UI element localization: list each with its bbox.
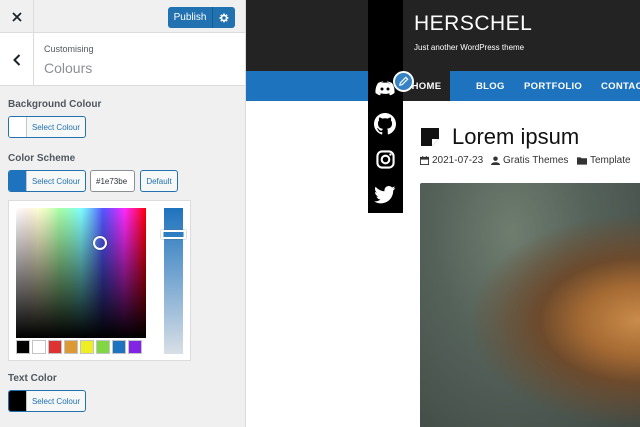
color-scheme-label: Color Scheme — [8, 153, 76, 164]
background-colour-button[interactable]: Select Colour — [8, 116, 86, 138]
post-date-text: 2021-07-23 — [432, 155, 484, 166]
pencil-icon — [399, 76, 409, 86]
site-tagline: Just another WordPress theme — [414, 43, 525, 52]
palette-swatch-1[interactable] — [32, 340, 46, 354]
background-colour-swatch — [9, 117, 27, 137]
customizer-window: Publish Customising Colours Background C… — [0, 0, 640, 427]
close-button[interactable] — [0, 0, 34, 33]
slider-handle[interactable] — [161, 230, 186, 239]
instagram-icon — [375, 149, 395, 169]
nav-item-contact[interactable]: CONTAC — [601, 71, 640, 101]
text-select-label: Select Colour — [31, 396, 80, 406]
twitter-icon — [374, 186, 396, 204]
publish-settings-button[interactable] — [213, 13, 235, 23]
scheme-select-label: Select Colour — [31, 176, 80, 186]
palette-swatch-6[interactable] — [112, 340, 126, 354]
background-select-label: Select Colour — [31, 122, 80, 132]
default-button[interactable]: Default — [140, 170, 178, 192]
palette-swatch-7[interactable] — [128, 340, 142, 354]
chevron-left-icon — [12, 53, 20, 66]
post-category-text: Template — [590, 155, 631, 166]
picker-handle[interactable] — [93, 236, 107, 250]
gear-icon — [219, 13, 229, 22]
breadcrumb: Customising — [44, 44, 94, 54]
section-header: Customising Colours — [0, 33, 245, 86]
palette-swatch-0[interactable] — [16, 340, 30, 354]
text-color-label: Text Color — [8, 373, 57, 384]
hex-color-input[interactable]: #1e73be — [90, 170, 135, 192]
site-header: HERSCHEL Just another WordPress theme — [246, 0, 640, 71]
nav-item-portfolio[interactable]: PORTFOLIO — [524, 71, 582, 101]
instagram-link[interactable] — [374, 148, 396, 170]
post-title[interactable]: Lorem ipsum — [452, 124, 579, 150]
back-button[interactable] — [0, 33, 34, 86]
folder-icon — [577, 157, 587, 165]
color-scheme-swatch — [9, 171, 27, 191]
background-colour-label: Background Colour — [8, 99, 102, 110]
edit-shortcut-button[interactable] — [393, 71, 414, 92]
post-date: 2021-07-23 — [420, 155, 483, 166]
publish-label: Publish — [168, 7, 213, 28]
site-preview: HERSCHEL Just another WordPress theme HO… — [246, 0, 640, 427]
nav-item-blog[interactable]: BLOG — [476, 71, 505, 101]
featured-image[interactable] — [420, 183, 640, 427]
publish-button[interactable]: Publish — [168, 7, 235, 28]
text-color-swatch — [9, 391, 27, 411]
post-author-text: Gratis Themes — [503, 155, 569, 166]
github-icon — [374, 113, 396, 135]
color-palette — [16, 340, 142, 354]
palette-swatch-4[interactable] — [80, 340, 94, 354]
palette-swatch-3[interactable] — [64, 340, 78, 354]
customizer-topbar: Publish — [0, 0, 245, 33]
github-link[interactable] — [374, 113, 396, 135]
text-color-button[interactable]: Select Colour — [8, 390, 86, 412]
color-picker — [8, 200, 191, 361]
saturation-area[interactable] — [16, 208, 146, 338]
calendar-icon — [420, 156, 429, 165]
customizer-sidebar: Publish Customising Colours Background C… — [0, 0, 246, 427]
post-category[interactable]: Template — [577, 155, 631, 166]
site-title[interactable]: HERSCHEL — [414, 12, 532, 36]
main-navigation: HOME BLOG PORTFOLIO CONTAC — [246, 71, 640, 101]
user-icon — [491, 156, 500, 165]
palette-swatch-2[interactable] — [48, 340, 62, 354]
lightness-slider[interactable] — [161, 208, 186, 354]
color-scheme-button[interactable]: Select Colour — [8, 170, 86, 192]
palette-swatch-5[interactable] — [96, 340, 110, 354]
discord-icon — [375, 81, 395, 96]
twitter-link[interactable] — [374, 184, 396, 206]
social-bar — [368, 0, 403, 213]
post-author[interactable]: Gratis Themes — [491, 155, 568, 166]
section-title: Colours — [44, 60, 93, 76]
close-icon — [11, 11, 22, 22]
sticky-note-icon — [421, 128, 439, 146]
